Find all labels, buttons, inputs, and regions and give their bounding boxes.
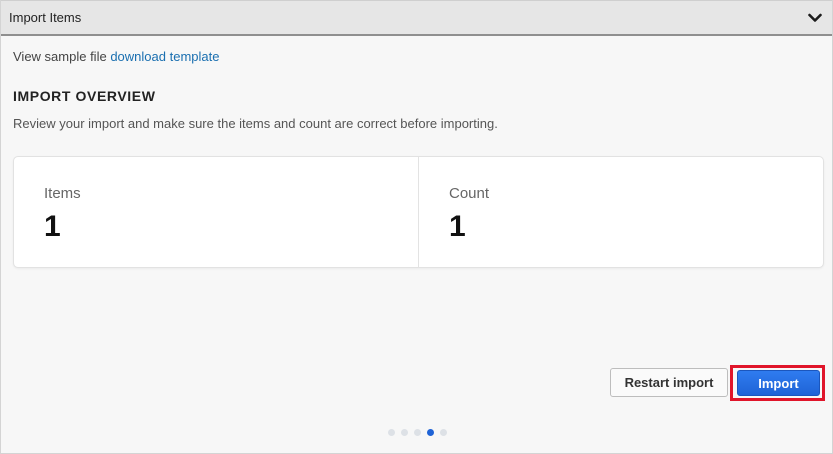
step-dot-active[interactable] xyxy=(427,429,434,436)
import-items-panel: Import Items View sample file download t… xyxy=(0,0,833,454)
step-dot[interactable] xyxy=(401,429,408,436)
step-pager xyxy=(388,429,447,436)
items-value: 1 xyxy=(44,210,61,243)
download-template-link[interactable]: download template xyxy=(110,49,219,64)
sample-file-row: View sample file download template xyxy=(13,49,219,64)
restart-import-button[interactable]: Restart import xyxy=(610,368,728,397)
sample-file-label: View sample file xyxy=(13,49,107,64)
panel-header[interactable]: Import Items xyxy=(1,0,832,36)
stats-card: Items 1 Count 1 xyxy=(13,156,824,268)
import-button[interactable]: Import xyxy=(737,370,820,396)
count-stat: Count 1 xyxy=(418,157,823,267)
count-value: 1 xyxy=(449,210,466,243)
step-dot[interactable] xyxy=(388,429,395,436)
panel-title: Import Items xyxy=(9,10,82,25)
chevron-down-icon[interactable] xyxy=(806,9,824,27)
step-dot[interactable] xyxy=(440,429,447,436)
items-label: Items xyxy=(44,185,81,202)
import-overview-description: Review your import and make sure the ite… xyxy=(13,116,498,131)
count-label: Count xyxy=(449,185,490,202)
items-stat: Items 1 xyxy=(14,157,418,267)
step-dot[interactable] xyxy=(414,429,421,436)
import-overview-heading: IMPORT OVERVIEW xyxy=(13,88,156,104)
